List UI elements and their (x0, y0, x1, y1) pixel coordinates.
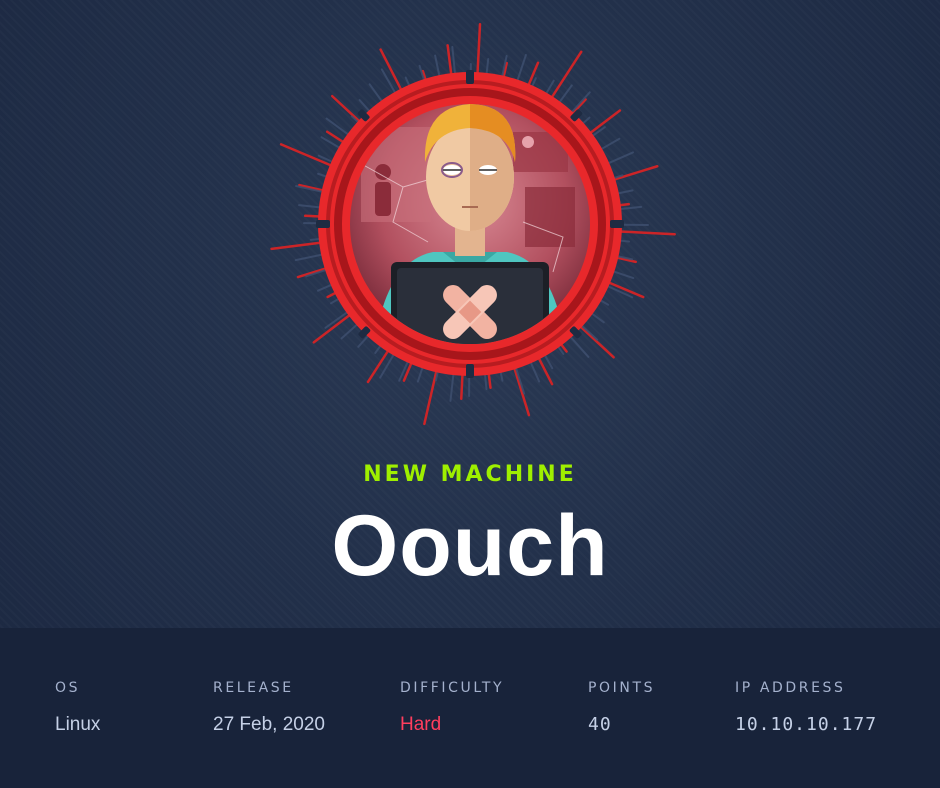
burst-ray-faint (615, 189, 634, 195)
burst-ray-faint (483, 372, 488, 391)
machine-announcement-card: NEW MACHINE Oouch OS Linux RELEASE 27 Fe… (0, 0, 940, 788)
burst-ray-faint (368, 83, 384, 104)
release-label: RELEASE (213, 680, 294, 696)
hacker-avatar-badge-icon (270, 22, 676, 426)
burst-ray-faint (485, 58, 490, 76)
burst-ray (446, 44, 453, 77)
points-value: 40 (588, 714, 612, 735)
info-points: POINTS 40 (588, 680, 655, 735)
burst-ray-faint (434, 54, 441, 79)
os-label: OS (55, 680, 81, 696)
burst-ray-faint (543, 353, 554, 370)
burst-ray-faint (451, 45, 457, 76)
burst-ray (618, 230, 676, 236)
burst-ray (537, 356, 554, 386)
burst-ray (279, 143, 334, 167)
burst-ray (303, 214, 322, 218)
burst-ray-faint (606, 151, 634, 165)
burst-ray (270, 241, 323, 251)
os-value: Linux (55, 714, 101, 735)
burst-ray (402, 360, 413, 382)
burst-ray-faint (589, 311, 605, 324)
burst-ray-faint (298, 204, 322, 209)
burst-ray-faint (544, 79, 555, 96)
burst-ray-faint (611, 270, 635, 280)
info-difficulty: DIFFICULTY Hard (400, 680, 504, 736)
burst-ray (612, 165, 659, 182)
burst-ray (550, 50, 583, 100)
burst-ray (460, 372, 464, 401)
machine-name-title: Oouch (331, 498, 609, 594)
burst-ray-faint (529, 360, 541, 383)
burst-ray (366, 348, 390, 384)
burst-ray (588, 109, 622, 135)
difficulty-label: DIFFICULTY (400, 680, 505, 696)
info-os: OS Linux (55, 680, 100, 736)
ip-address-value: 10.10.10.177 (735, 714, 878, 735)
burst-ray-faint (416, 365, 424, 383)
burst-ray-faint (449, 372, 455, 402)
release-value: 27 Feb, 2020 (213, 714, 325, 735)
burst-ray (512, 366, 531, 417)
burst-ray (476, 22, 482, 76)
info-ip-address: IP ADDRESS 10.10.10.177 (735, 680, 877, 735)
difficulty-value: Hard (400, 714, 442, 735)
burst-ray-faint (579, 323, 599, 341)
burst-ray-faint (557, 84, 573, 105)
info-release: RELEASE 27 Feb, 2020 (213, 680, 325, 736)
burst-ray-faint (569, 91, 591, 115)
machine-info-bar: OS Linux RELEASE 27 Feb, 2020 DIFFICULTY… (0, 628, 940, 788)
burst-ray-faint (379, 352, 396, 379)
points-label: POINTS (588, 680, 656, 696)
new-machine-tag: NEW MACHINE (363, 462, 577, 487)
burst-ray-faint (340, 322, 359, 340)
burst-ray (330, 94, 362, 124)
ip-address-label: IP ADDRESS (735, 680, 846, 696)
burst-ray (423, 368, 438, 426)
burst-ray-faint (316, 283, 334, 292)
burst-ray (312, 313, 352, 344)
burst-ray (296, 266, 328, 279)
burst-ray (487, 371, 492, 389)
burst-ray-faint (618, 205, 643, 211)
burst-ray-faint (568, 335, 590, 358)
burst-ray-faint (599, 137, 621, 151)
burst-ray-faint (294, 253, 325, 262)
burst-ray-faint (516, 54, 527, 83)
